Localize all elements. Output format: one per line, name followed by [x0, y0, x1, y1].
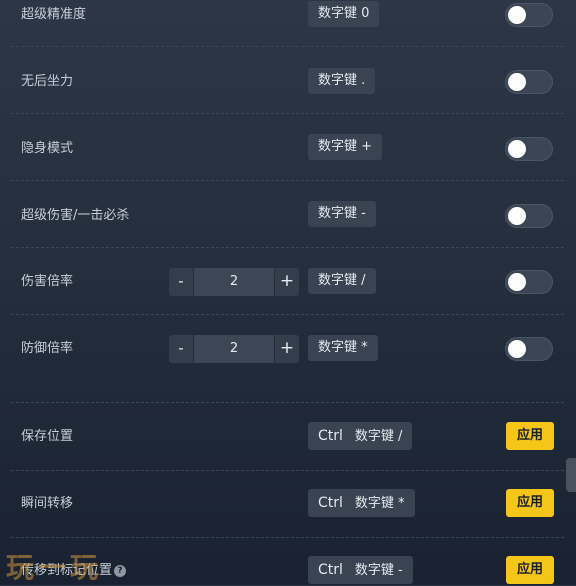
toggle-switch[interactable]: [505, 204, 553, 228]
toggle-switch[interactable]: [505, 3, 553, 27]
hotkey-badge[interactable]: 数字键 .: [308, 68, 376, 94]
divider: [11, 180, 564, 181]
toggle-knob: [508, 340, 526, 358]
decrement-button[interactable]: -: [169, 268, 193, 296]
toggle-switch[interactable]: [505, 70, 553, 94]
divider: [11, 537, 564, 538]
divider: [11, 314, 564, 315]
apply-button[interactable]: 应用: [506, 422, 554, 450]
option-row-super-damage: 超级伤害/一击必杀 数字键 -: [0, 201, 576, 267]
option-label: 超级精准度: [21, 7, 87, 22]
option-row-defense-multiplier: 防御倍率 - 2 + 数字键 *: [0, 335, 576, 401]
divider: [11, 470, 564, 471]
divider: [11, 247, 564, 248]
ctrl-key: Ctrl: [318, 428, 343, 444]
toggle-knob: [508, 6, 526, 24]
hotkey-badge[interactable]: 数字键 *: [308, 335, 378, 361]
option-row-damage-multiplier: 伤害倍率 - 2 + 数字键 /: [0, 268, 576, 334]
multiplier-value[interactable]: 2: [194, 268, 274, 296]
toggle-knob: [508, 73, 526, 91]
hotkey-key: 数字键 /: [354, 429, 403, 444]
defense-multiplier-stepper: - 2 +: [169, 335, 299, 363]
decrement-button[interactable]: -: [169, 335, 193, 363]
hotkey-key: 数字键 *: [354, 496, 405, 511]
watermark-logo: 玩一玩: [6, 551, 103, 584]
toggle-knob: [508, 207, 526, 225]
hotkey-badge[interactable]: 数字键 +: [308, 134, 383, 160]
hotkey-badge[interactable]: 数字键 -: [308, 201, 376, 227]
damage-multiplier-stepper: - 2 +: [169, 268, 299, 296]
option-label: 隐身模式: [21, 141, 74, 156]
option-row-no-recoil: 无后坐力 数字键 .: [0, 67, 576, 133]
option-row-stealth-mode: 隐身模式 数字键 +: [0, 134, 576, 200]
apply-button[interactable]: 应用: [506, 489, 554, 517]
divider: [11, 402, 564, 403]
action-row-save-position: 保存位置 Ctrl 数字键 / 应用: [0, 422, 576, 488]
apply-button[interactable]: 应用: [506, 556, 554, 584]
divider: [11, 46, 564, 47]
action-label: 瞬间转移: [21, 496, 74, 511]
option-row-super-accuracy: 超级精准度 数字键 0: [0, 0, 576, 66]
divider: [11, 113, 564, 114]
toggle-switch[interactable]: [505, 270, 553, 294]
toggle-switch[interactable]: [505, 137, 553, 161]
help-icon[interactable]: ?: [114, 564, 127, 577]
ctrl-key: Ctrl: [318, 495, 343, 511]
toggle-knob: [508, 140, 526, 158]
ctrl-key: Ctrl: [318, 562, 343, 578]
hotkey-badge[interactable]: 数字键 0: [308, 1, 380, 27]
toggle-switch[interactable]: [505, 337, 553, 361]
toggle-knob: [508, 273, 526, 291]
multiplier-value[interactable]: 2: [194, 335, 274, 363]
increment-button[interactable]: +: [275, 335, 299, 363]
hotkey-combo[interactable]: Ctrl 数字键 *: [308, 489, 415, 517]
option-label: 超级伤害/一击必杀: [21, 208, 130, 223]
action-label: 保存位置: [21, 429, 74, 444]
increment-button[interactable]: +: [275, 268, 299, 296]
hotkey-combo[interactable]: Ctrl 数字键 /: [308, 422, 413, 450]
hotkey-combo[interactable]: Ctrl 数字键 -: [308, 556, 413, 584]
option-label: 防御倍率: [21, 341, 74, 356]
option-label: 伤害倍率: [21, 274, 74, 289]
scrollbar-thumb[interactable]: [566, 458, 576, 492]
option-label: 无后坐力: [21, 74, 74, 89]
hotkey-badge[interactable]: 数字键 /: [308, 268, 376, 294]
hotkey-key: 数字键 -: [354, 563, 403, 578]
